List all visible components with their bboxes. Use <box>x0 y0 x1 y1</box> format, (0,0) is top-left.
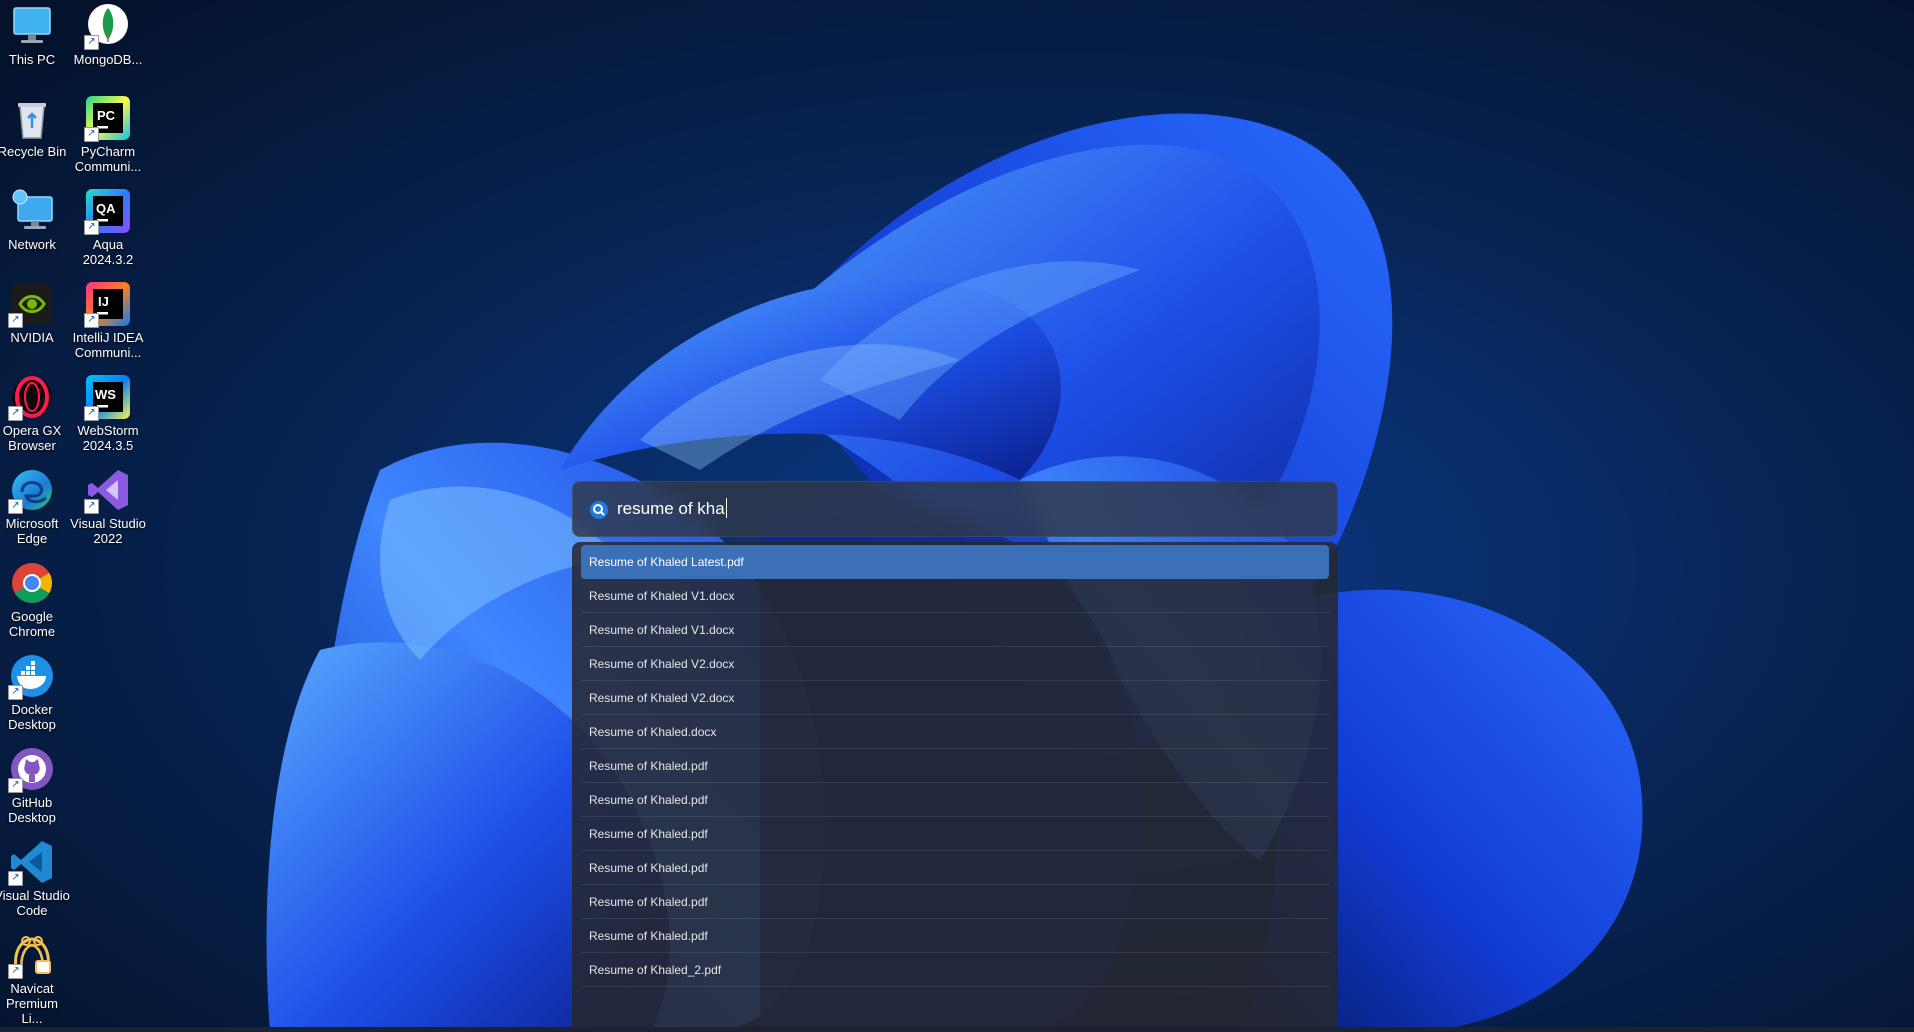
desktop-icon-recycle-bin[interactable]: Recycle Bin <box>0 94 70 159</box>
result-item[interactable]: Resume of Khaled.pdf <box>581 919 1329 953</box>
result-item[interactable]: Resume of Khaled V2.docx <box>581 647 1329 681</box>
result-item[interactable]: Resume of Khaled_2.pdf <box>581 953 1329 987</box>
svg-text:IJ: IJ <box>98 294 109 309</box>
shortcut-arrow-icon: ↗ <box>8 685 23 700</box>
text-caret <box>725 498 727 518</box>
desktop-icon-navicat[interactable]: ↗ Navicat Premium Li... <box>0 931 70 1026</box>
result-item[interactable]: Resume of Khaled.pdf <box>581 851 1329 885</box>
shortcut-arrow-icon: ↗ <box>84 220 99 235</box>
desktop-icon-github[interactable]: ↗ GitHub Desktop <box>0 745 70 825</box>
shortcut-arrow-icon: ↗ <box>84 127 99 142</box>
result-item[interactable]: Resume of Khaled V1.docx <box>581 579 1329 613</box>
svg-text:WS: WS <box>95 387 116 402</box>
result-item[interactable]: Resume of Khaled.docx <box>581 715 1329 749</box>
desktop-icon-chrome[interactable]: Google Chrome <box>0 559 70 639</box>
desktop-icon-pycharm[interactable]: PC ↗ PyCharm Communi... <box>70 94 146 174</box>
shortcut-arrow-icon: ↗ <box>8 499 23 514</box>
result-item[interactable]: Resume of Khaled V2.docx <box>581 681 1329 715</box>
search-icon <box>589 500 609 520</box>
network-icon <box>12 189 53 229</box>
result-item-selected[interactable]: Resume of Khaled Latest.pdf <box>581 545 1329 579</box>
desktop-icon-mongodb[interactable]: ↗ MongoDB... <box>70 2 146 67</box>
result-item[interactable]: Resume of Khaled.pdf <box>581 817 1329 851</box>
search-results-list: Resume of Khaled Latest.pdf Resume of Kha… <box>572 542 1338 1032</box>
shortcut-arrow-icon: ↗ <box>8 778 23 793</box>
search-input[interactable]: resume of kha <box>617 496 1307 522</box>
desktop-icon-this-pc[interactable]: This PC <box>0 2 70 67</box>
shortcut-arrow-icon: ↗ <box>84 406 99 421</box>
svg-text:PC: PC <box>97 108 116 123</box>
desktop-icon-edge[interactable]: ↗ Microsoft Edge <box>0 466 70 546</box>
result-item[interactable]: Resume of Khaled.pdf <box>581 783 1329 817</box>
shortcut-arrow-icon: ↗ <box>8 406 23 421</box>
desktop-icon-intellij[interactable]: IJ ↗ IntelliJ IDEA Communi... <box>70 280 146 360</box>
desktop-icon-webstorm[interactable]: WS ↗ WebStorm 2024.3.5 <box>70 373 146 453</box>
desktop-icon-vscode[interactable]: ↗ Visual Studio Code <box>0 838 70 918</box>
chrome-icon <box>12 563 52 603</box>
desktop-icon-network[interactable]: Network <box>0 187 70 252</box>
desktop-icon-visual-studio[interactable]: ↗ Visual Studio 2022 <box>70 466 146 546</box>
result-item[interactable]: Resume of Khaled V1.docx <box>581 613 1329 647</box>
taskbar-edge <box>0 1027 1914 1032</box>
result-item[interactable]: Resume of Khaled.pdf <box>581 885 1329 919</box>
desktop-icon-nvidia[interactable]: ↗ NVIDIA <box>0 280 70 345</box>
shortcut-arrow-icon: ↗ <box>8 313 23 328</box>
recycle-bin-icon <box>18 103 46 139</box>
shortcut-arrow-icon: ↗ <box>84 313 99 328</box>
shortcut-arrow-icon: ↗ <box>84 35 99 50</box>
monitor-icon <box>13 7 51 43</box>
shortcut-arrow-icon: ↗ <box>8 964 23 979</box>
desktop-icon-aqua[interactable]: QA ↗ Aqua 2024.3.2 <box>70 187 146 267</box>
result-item[interactable]: Resume of Khaled.pdf <box>581 749 1329 783</box>
desktop-icon-opera-gx[interactable]: ↗ Opera GX Browser <box>0 373 70 453</box>
shortcut-arrow-icon: ↗ <box>84 499 99 514</box>
desktop-icon-docker[interactable]: ↗ Docker Desktop <box>0 652 70 732</box>
svg-text:QA: QA <box>96 201 116 216</box>
shortcut-arrow-icon: ↗ <box>8 871 23 886</box>
search-launcher: resume of kha <box>572 481 1338 537</box>
search-query-text: resume of kha <box>617 499 725 518</box>
